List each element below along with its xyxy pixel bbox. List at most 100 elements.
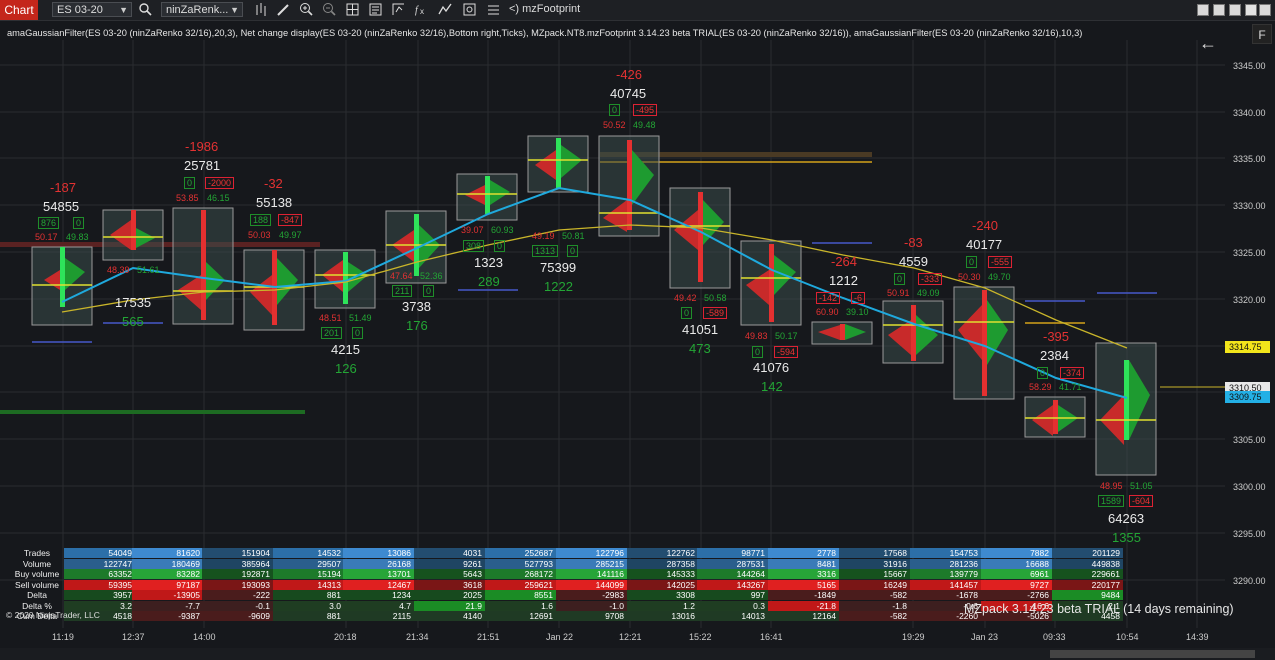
bar-pct-sell: 50.03 (248, 230, 271, 240)
table-cell: 881 (273, 611, 344, 621)
bar-delta: 1222 (544, 279, 573, 294)
table-cell: 2025 (414, 590, 485, 600)
scrollbar-thumb[interactable] (1050, 650, 1255, 658)
table-cell: -582 (839, 590, 910, 600)
pin-button[interactable] (1259, 4, 1271, 16)
bar-pct-buy: 51.05 (1130, 481, 1153, 491)
table-row-label: Trades (23, 548, 51, 558)
chart-brand[interactable]: Chart (0, 0, 38, 20)
pencil-icon[interactable] (276, 2, 291, 17)
table-cell: 449838 (1052, 558, 1123, 569)
table-cell: 14313 (273, 579, 344, 590)
bar-volume: 17535 (115, 295, 152, 310)
bar-box-sell: 0 (423, 285, 435, 297)
table-cell: 145333 (627, 569, 698, 579)
table-row-label: Volume (22, 558, 52, 569)
instrument-selector[interactable]: ES 03-20 ▼ (52, 2, 132, 17)
table-cell: 144099 (556, 579, 627, 590)
table-cell: 2115 (343, 611, 414, 621)
table-cell: 881 (273, 590, 344, 600)
data-box-icon[interactable] (368, 2, 383, 17)
bar-delta: 473 (689, 341, 711, 356)
zoom-in-icon[interactable] (299, 2, 314, 17)
template-label[interactable]: <) mzFootprint (509, 3, 580, 15)
instrument-value: ES 03-20 (57, 4, 103, 16)
bar-volume: 1323 (474, 255, 503, 270)
table-cell: 287358 (627, 558, 698, 569)
bar-pct-sell: 50.30 (958, 272, 981, 282)
table-cell: 54049 (64, 548, 135, 558)
bar-volume: 40745 (610, 86, 647, 101)
bar-net-change: -32 (264, 176, 283, 191)
bar-box-buy: -142 (816, 292, 841, 304)
table-cell: 220177 (1052, 579, 1123, 590)
bar-delta: 126 (335, 361, 357, 376)
properties-icon[interactable] (462, 2, 477, 17)
svg-text:f: f (415, 5, 419, 16)
table-row-label: Buy volume (14, 569, 60, 579)
bar-pct-buy: 49.09 (917, 288, 940, 298)
indicator-icon[interactable] (438, 2, 453, 17)
bar-box-buy: 1313 (532, 245, 559, 257)
price-axis-label: 3290.00 (1233, 576, 1266, 586)
table-cell: 3957 (64, 590, 135, 600)
price-axis-label: 3330.00 (1233, 201, 1266, 211)
list-icon[interactable] (486, 2, 501, 17)
bar-box-buy: 188 (250, 214, 272, 226)
table-cell: 13086 (343, 548, 414, 558)
bar-volume: 54855 (43, 199, 80, 214)
buy-zone-band (0, 410, 305, 414)
trial-watermark: MZpack 3.14.23 beta TRIAL (14 days remai… (964, 602, 1234, 616)
bar-pct-buy: 41.71 (1059, 382, 1082, 392)
bar-box-buy: 211 (392, 285, 413, 297)
bar-box-sell: 0 (494, 240, 506, 252)
bar-net-change: -83 (904, 235, 923, 250)
close-button[interactable] (1245, 4, 1257, 16)
price-axis-label: 3320.00 (1233, 295, 1266, 305)
restore-button[interactable] (1229, 4, 1241, 16)
table-cell: 17568 (839, 548, 910, 558)
table-cell: 229661 (1052, 569, 1123, 579)
maximize-button[interactable] (1213, 4, 1225, 16)
zoom-out-icon[interactable] (322, 2, 337, 17)
price-axis[interactable] (1225, 40, 1275, 628)
search-icon[interactable] (138, 2, 153, 17)
bar-box-sell: -333 (918, 273, 943, 285)
table-cell: 385964 (202, 558, 273, 569)
svg-text:x: x (420, 7, 424, 16)
copyright-text: © 2020 NinjaTrader, LLC (6, 610, 100, 620)
table-cell: 3308 (627, 590, 698, 600)
bar-box-buy: 0 (1037, 367, 1049, 379)
minimize-button[interactable] (1197, 4, 1209, 16)
bar-pct-buy: 50.81 (562, 231, 585, 241)
crosshair-icon[interactable] (345, 2, 360, 17)
strategy-icon[interactable] (391, 2, 406, 17)
bar-pct-sell: 49.19 (532, 231, 555, 241)
bar-delta: 565 (122, 314, 144, 329)
bar-box-sell: -589 (703, 307, 728, 319)
table-cell: 9484 (1052, 590, 1123, 600)
table-cell: 1234 (343, 590, 414, 600)
bar-pct-buy: 52.36 (420, 271, 443, 281)
table-cell: 287531 (697, 558, 768, 569)
table-cell: 281236 (910, 558, 981, 569)
fx-icon[interactable]: fx (414, 2, 429, 17)
price-axis-label: 3295.00 (1233, 529, 1266, 539)
bar-pct-buy: 49.83 (66, 232, 89, 242)
table-cell: -21.8 (768, 600, 839, 611)
bar-net-change: -395 (1043, 329, 1070, 344)
bar-volume: 41076 (753, 360, 790, 375)
table-cell: 29507 (273, 558, 344, 569)
bartype-selector[interactable]: ninZaRenk... ▼ (161, 2, 243, 17)
bar-net-change: -1986 (185, 139, 219, 154)
table-row-label: Delta (27, 590, 47, 600)
table-cell: 83282 (132, 569, 203, 579)
bar-box-buy: 876 (38, 217, 60, 229)
table-cell: 12164 (768, 611, 839, 621)
table-cell: -1.0 (556, 600, 627, 611)
table-cell: 151904 (202, 548, 273, 558)
table-cell: 122747 (64, 558, 135, 569)
bar-pct-buy: 51.49 (349, 313, 372, 323)
table-cell: 141457 (910, 579, 981, 590)
bars-icon[interactable] (254, 2, 269, 17)
